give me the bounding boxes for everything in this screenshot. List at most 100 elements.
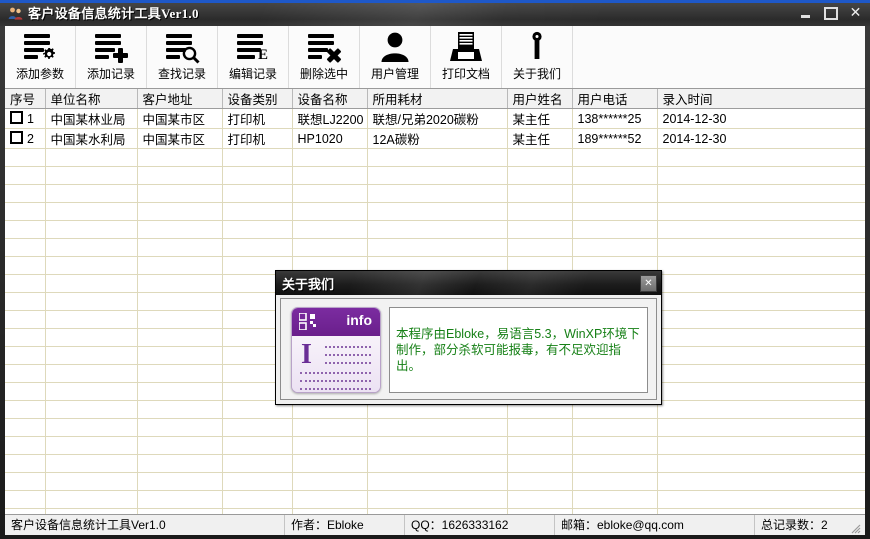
empty-cell[interactable] xyxy=(222,184,293,203)
empty-cell[interactable] xyxy=(222,166,293,185)
empty-cell[interactable] xyxy=(657,256,865,275)
empty-cell[interactable] xyxy=(657,166,865,185)
empty-cell[interactable] xyxy=(222,472,293,491)
empty-cell[interactable] xyxy=(367,238,508,257)
empty-cell[interactable] xyxy=(137,184,223,203)
empty-cell[interactable] xyxy=(45,274,138,293)
empty-cell[interactable] xyxy=(45,292,138,311)
empty-cell[interactable] xyxy=(45,184,138,203)
empty-cell[interactable] xyxy=(137,202,223,221)
row-checkbox[interactable] xyxy=(10,111,23,124)
empty-cell[interactable] xyxy=(572,472,658,491)
table-empty-row[interactable] xyxy=(5,148,865,167)
empty-cell[interactable] xyxy=(657,400,865,419)
empty-cell[interactable] xyxy=(657,310,865,329)
empty-cell[interactable] xyxy=(657,292,865,311)
empty-cell[interactable] xyxy=(292,436,368,455)
empty-cell[interactable] xyxy=(572,202,658,221)
empty-cell[interactable] xyxy=(657,364,865,383)
empty-cell[interactable] xyxy=(5,472,46,491)
toolbar-button-add-record[interactable]: 添加记录 xyxy=(76,26,147,88)
empty-cell[interactable] xyxy=(367,472,508,491)
empty-cell[interactable] xyxy=(5,436,46,455)
empty-cell[interactable] xyxy=(222,436,293,455)
toolbar-button-edit-record[interactable]: E 编辑记录 xyxy=(218,26,289,88)
empty-cell[interactable] xyxy=(137,418,223,437)
empty-cell[interactable] xyxy=(292,166,368,185)
toolbar-button-add-param[interactable]: 添加参数 xyxy=(5,26,76,88)
empty-cell[interactable] xyxy=(5,490,46,509)
empty-cell[interactable] xyxy=(5,454,46,473)
empty-cell[interactable] xyxy=(45,436,138,455)
empty-cell[interactable] xyxy=(507,184,573,203)
empty-cell[interactable] xyxy=(367,418,508,437)
empty-cell[interactable] xyxy=(507,472,573,491)
empty-cell[interactable] xyxy=(45,148,138,167)
empty-cell[interactable] xyxy=(45,256,138,275)
empty-cell[interactable] xyxy=(507,202,573,221)
empty-cell[interactable] xyxy=(137,346,223,365)
row-index-cell[interactable]: 1 xyxy=(5,108,46,129)
column-header-device[interactable]: 设备名称 xyxy=(292,89,368,109)
empty-cell[interactable] xyxy=(222,418,293,437)
empty-cell[interactable] xyxy=(657,472,865,491)
empty-cell[interactable] xyxy=(572,418,658,437)
empty-cell[interactable] xyxy=(5,310,46,329)
empty-cell[interactable] xyxy=(5,184,46,203)
empty-cell[interactable] xyxy=(507,436,573,455)
column-header-phone[interactable]: 用户电话 xyxy=(572,89,658,109)
empty-cell[interactable] xyxy=(137,166,223,185)
empty-cell[interactable] xyxy=(45,328,138,347)
empty-cell[interactable] xyxy=(292,148,368,167)
empty-cell[interactable] xyxy=(137,364,223,383)
table-empty-row[interactable] xyxy=(5,202,865,221)
close-button[interactable]: ✕ xyxy=(847,5,864,21)
empty-cell[interactable] xyxy=(137,490,223,509)
empty-cell[interactable] xyxy=(137,454,223,473)
empty-cell[interactable] xyxy=(507,418,573,437)
empty-cell[interactable] xyxy=(572,220,658,239)
empty-cell[interactable] xyxy=(657,382,865,401)
empty-cell[interactable] xyxy=(572,490,658,509)
empty-cell[interactable] xyxy=(45,472,138,491)
empty-cell[interactable] xyxy=(45,400,138,419)
empty-cell[interactable] xyxy=(507,220,573,239)
table-empty-row[interactable] xyxy=(5,472,865,491)
column-header-user[interactable]: 用户姓名 xyxy=(507,89,573,109)
empty-cell[interactable] xyxy=(507,238,573,257)
empty-cell[interactable] xyxy=(222,238,293,257)
empty-cell[interactable] xyxy=(45,310,138,329)
column-header-date[interactable]: 录入时间 xyxy=(657,89,865,109)
empty-cell[interactable] xyxy=(292,454,368,473)
empty-cell[interactable] xyxy=(137,472,223,491)
toolbar-button-about[interactable]: 关于我们 xyxy=(502,26,573,88)
empty-cell[interactable] xyxy=(5,400,46,419)
empty-cell[interactable] xyxy=(5,364,46,383)
column-header-address[interactable]: 客户地址 xyxy=(137,89,223,109)
empty-cell[interactable] xyxy=(222,454,293,473)
empty-cell[interactable] xyxy=(507,490,573,509)
empty-cell[interactable] xyxy=(367,436,508,455)
empty-cell[interactable] xyxy=(657,490,865,509)
toolbar-button-find-record[interactable]: 查找记录 xyxy=(147,26,218,88)
empty-cell[interactable] xyxy=(657,418,865,437)
empty-cell[interactable] xyxy=(137,328,223,347)
empty-cell[interactable] xyxy=(5,418,46,437)
empty-cell[interactable] xyxy=(292,490,368,509)
empty-cell[interactable] xyxy=(5,346,46,365)
maximize-button[interactable] xyxy=(822,5,839,21)
toolbar-button-user-management[interactable]: 用户管理 xyxy=(360,26,431,88)
empty-cell[interactable] xyxy=(45,454,138,473)
empty-cell[interactable] xyxy=(367,166,508,185)
empty-cell[interactable] xyxy=(45,238,138,257)
empty-cell[interactable] xyxy=(507,454,573,473)
empty-cell[interactable] xyxy=(572,238,658,257)
empty-cell[interactable] xyxy=(137,238,223,257)
dialog-title-bar[interactable]: 关于我们 ✕ xyxy=(276,271,661,295)
empty-cell[interactable] xyxy=(45,346,138,365)
empty-cell[interactable] xyxy=(507,148,573,167)
empty-cell[interactable] xyxy=(137,292,223,311)
empty-cell[interactable] xyxy=(137,274,223,293)
empty-cell[interactable] xyxy=(137,382,223,401)
empty-cell[interactable] xyxy=(367,490,508,509)
